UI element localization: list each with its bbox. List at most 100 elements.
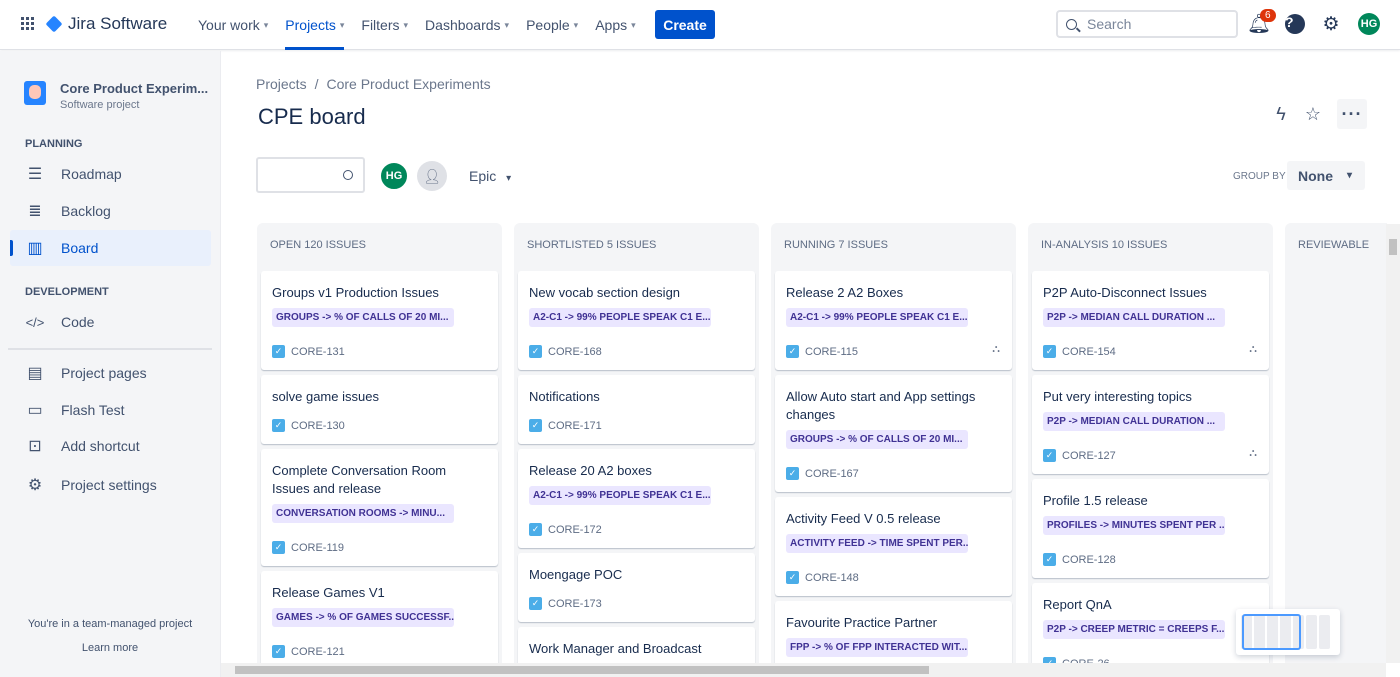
column-header: IN-ANALYSIS 10 ISSUES — [1041, 239, 1168, 251]
epic-label[interactable]: ACTIVITY FEED -> TIME SPENT PER... — [786, 534, 968, 553]
issue-card[interactable]: Favourite Practice Partner FPP -> % OF FP… — [775, 601, 1012, 663]
sidebar-item-project-settings[interactable]: ⚙ Project settings — [10, 467, 211, 503]
issue-card[interactable]: Complete Conversation Room Issues and re… — [261, 449, 498, 566]
issue-key[interactable]: CORE-121 — [291, 646, 345, 658]
scrollbar-thumb[interactable] — [1389, 239, 1397, 255]
sidebar-item-code[interactable]: </> Code — [10, 304, 211, 340]
issue-card[interactable]: Notifications ✓ CORE-171 — [518, 375, 755, 444]
issue-card[interactable]: Groups v1 Production Issues GROUPS -> % O… — [261, 271, 498, 370]
issue-key[interactable]: CORE-127 — [1062, 450, 1116, 462]
jira-logo[interactable]: Jira Software — [45, 14, 167, 34]
star-icon[interactable]: ☆ — [1298, 99, 1328, 129]
epic-label[interactable]: A2-C1 -> 99% PEOPLE SPEAK C1 E... — [529, 308, 711, 327]
task-checkbox-icon: ✓ — [529, 597, 542, 610]
sidebar-item-roadmap[interactable]: ☰ Roadmap — [10, 156, 211, 192]
nav-apps[interactable]: Apps ▾ — [595, 0, 635, 50]
card-footer: ✓ CORE-167 — [786, 467, 1001, 480]
nav-dashboards[interactable]: Dashboards ▾ — [425, 0, 509, 50]
issue-card[interactable]: Activity Feed V 0.5 release ACTIVITY FEED… — [775, 497, 1012, 596]
search-input[interactable]: Search — [1056, 10, 1238, 38]
issue-key[interactable]: CORE-171 — [548, 420, 602, 432]
project-header[interactable]: Core Product Experim... Software project — [24, 81, 208, 111]
epic-label[interactable]: P2P -> MEDIAN CALL DURATION ... — [1043, 412, 1225, 431]
nav-people[interactable]: People ▾ — [526, 0, 578, 50]
epic-label[interactable]: GAMES -> % OF GAMES SUCCESSF... — [272, 608, 454, 627]
issue-key[interactable]: CORE-115 — [805, 346, 858, 358]
help-button[interactable]: ? — [1284, 13, 1306, 35]
card-footer: ✓ CORE-130 — [272, 419, 487, 432]
vertical-scrollbar[interactable] — [1386, 224, 1400, 663]
issue-key[interactable]: CORE-131 — [291, 346, 345, 358]
issue-card[interactable]: Moengage POC ✓ CORE-173 — [518, 553, 755, 622]
settings-gear-icon[interactable]: ⚙ — [1320, 13, 1342, 35]
automation-lightning-icon[interactable]: ϟ — [1266, 99, 1296, 129]
issue-card[interactable]: Allow Auto start and App settings change… — [775, 375, 1012, 492]
board-search-input[interactable] — [256, 157, 365, 193]
issue-card[interactable]: Release 2 A2 Boxes A2-C1 -> 99% PEOPLE SP… — [775, 271, 1012, 370]
issue-card[interactable]: P2P Auto-Disconnect Issues P2P -> MEDIAN … — [1032, 271, 1269, 370]
sidebar-item-backlog[interactable]: ≣ Backlog — [10, 193, 211, 229]
issue-key[interactable]: CORE-148 — [805, 572, 859, 584]
board-minimap[interactable] — [1236, 609, 1340, 655]
user-avatar[interactable]: HG — [1358, 13, 1380, 35]
issue-key[interactable]: CORE-167 — [805, 468, 859, 480]
issue-card[interactable]: Work Manager and Broadcast — [518, 627, 755, 663]
issue-key[interactable]: CORE-119 — [291, 542, 344, 554]
issue-card[interactable]: Report QnA P2P -> CREEP METRIC = CREEPS F… — [1032, 583, 1269, 663]
epic-label[interactable]: P2P -> MEDIAN CALL DURATION ... — [1043, 308, 1225, 327]
primary-nav: Your work ▾ Projects ▾ Filters ▾ Dashboards ▾ Pe… — [198, 0, 653, 50]
epic-label[interactable]: PROFILES -> MINUTES SPENT PER ... — [1043, 516, 1225, 535]
group-by-select[interactable]: None ▾ — [1287, 161, 1365, 190]
sidebar-item-add-shortcut[interactable]: ⊡ Add shortcut — [10, 428, 211, 464]
epic-filter-dropdown[interactable]: Epic ▾ — [469, 168, 511, 184]
nav-your-work[interactable]: Your work ▾ — [198, 0, 268, 50]
search-icon — [1066, 18, 1077, 30]
scrollbar-thumb[interactable] — [235, 666, 929, 674]
sidebar-item-project-pages[interactable]: ▤ Project pages — [10, 355, 211, 391]
epic-label[interactable]: A2-C1 -> 99% PEOPLE SPEAK C1 E... — [529, 486, 711, 505]
epic-wrap: P2P -> CREEP METRIC = CREEPS F... — [1043, 614, 1258, 644]
issue-card[interactable]: Put very interesting topics P2P -> MEDIAN… — [1032, 375, 1269, 474]
more-actions-button[interactable]: ··· — [1337, 99, 1367, 129]
create-button[interactable]: Create — [655, 10, 715, 39]
epic-label[interactable]: GROUPS -> % OF CALLS OF 20 MI... — [786, 430, 968, 449]
issue-card[interactable]: solve game issues ✓ CORE-130 — [261, 375, 498, 444]
learn-more-link[interactable]: Learn more — [0, 642, 220, 654]
board-column: SHORTLISTED 5 ISSUES New vocab section de… — [514, 223, 759, 663]
issue-key[interactable]: CORE-128 — [1062, 554, 1116, 566]
issue-key[interactable]: CORE-130 — [291, 420, 345, 432]
epic-label[interactable]: GROUPS -> % OF CALLS OF 20 MI... — [272, 308, 454, 327]
breadcrumb-projects[interactable]: Projects — [256, 76, 307, 92]
horizontal-scrollbar[interactable] — [221, 663, 1386, 677]
app-switcher-icon[interactable] — [21, 17, 35, 31]
nav-filters[interactable]: Filters ▾ — [361, 0, 408, 50]
epic-label[interactable]: FPP -> % OF FPP INTERACTED WIT... — [786, 638, 968, 657]
issue-key[interactable]: CORE-173 — [548, 598, 602, 610]
card-footer: ✓ CORE-127 — [1043, 449, 1258, 462]
card-title: P2P Auto-Disconnect Issues — [1043, 285, 1207, 300]
sidebar-item-board[interactable]: ▥ Board — [10, 230, 211, 266]
issue-card[interactable]: Profile 1.5 release PROFILES -> MINUTES S… — [1032, 479, 1269, 578]
issue-card[interactable]: Release Games V1 GAMES -> % OF GAMES SUCC… — [261, 571, 498, 663]
add-people-icon[interactable]: 👤︎ — [417, 161, 447, 191]
issue-key[interactable]: CORE-154 — [1062, 346, 1116, 358]
issue-card[interactable]: Release 20 A2 boxes A2-C1 -> 99% PEOPLE S… — [518, 449, 755, 548]
nav-projects[interactable]: Projects ▾ — [285, 0, 345, 50]
epic-wrap: GAMES -> % OF GAMES SUCCESSF... — [272, 602, 487, 632]
epic-label[interactable]: CONVERSATION ROOMS -> MINU... — [272, 504, 454, 523]
epic-label[interactable]: P2P -> CREEP METRIC = CREEPS F... — [1043, 620, 1225, 639]
breadcrumb-project[interactable]: Core Product Experiments — [326, 76, 490, 92]
task-checkbox-icon: ✓ — [272, 419, 285, 432]
issue-key[interactable]: CORE-168 — [548, 346, 602, 358]
project-avatar — [24, 81, 46, 105]
minimap-viewport[interactable] — [1242, 614, 1301, 650]
issue-card[interactable]: New vocab section design A2-C1 -> 99% PEO… — [518, 271, 755, 370]
chevron-down-icon: ▾ — [263, 19, 269, 30]
epic-wrap: P2P -> MEDIAN CALL DURATION ... — [1043, 406, 1258, 436]
issue-key[interactable]: CORE-172 — [548, 524, 602, 536]
epic-wrap: A2-C1 -> 99% PEOPLE SPEAK C1 E... — [529, 302, 744, 332]
user-avatar-filter[interactable]: HG — [379, 161, 409, 191]
sidebar-item-flash-test[interactable]: ▭ Flash Test — [10, 392, 211, 428]
epic-label[interactable]: A2-C1 -> 99% PEOPLE SPEAK C1 E... — [786, 308, 968, 327]
task-checkbox-icon: ✓ — [786, 467, 799, 480]
